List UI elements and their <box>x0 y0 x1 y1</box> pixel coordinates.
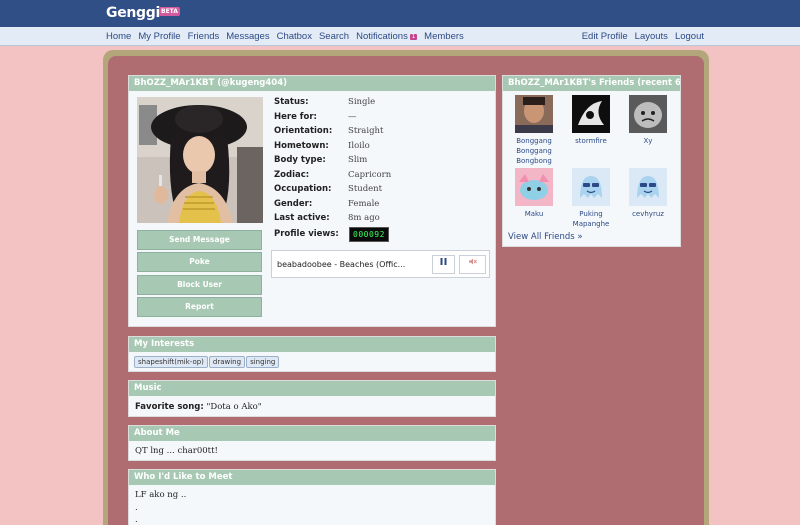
friend-name: stormfire <box>575 137 607 145</box>
nav-edit-profile[interactable]: Edit Profile <box>582 31 628 42</box>
info-label: Body type: <box>274 155 326 165</box>
info-value: Single <box>348 97 376 107</box>
music-header: Music <box>129 381 495 396</box>
info-label: Hometown: <box>274 141 329 151</box>
meet-line: . <box>135 515 138 525</box>
nav-friends[interactable]: Friends <box>188 31 220 42</box>
info-label: Occupation: <box>274 184 332 194</box>
profile-views-counter: 000092 <box>349 227 389 242</box>
friend-name: cevhyruz <box>632 210 664 218</box>
nav-home[interactable]: Home <box>106 31 131 42</box>
player-track-title: beabadoobee - Beaches (Offic... <box>277 260 406 269</box>
about-panel: About Me QT lng ... char00tt! <box>128 425 496 461</box>
friends-header: BhOZZ_MAr1KBT's Friends (recent 6) <box>503 76 680 91</box>
default-avatar-icon <box>572 168 610 206</box>
info-label: Orientation: <box>274 126 333 136</box>
nav-search[interactable]: Search <box>319 31 349 42</box>
mute-button[interactable] <box>459 255 486 274</box>
info-value: Slim <box>348 155 368 165</box>
info-label: Profile views: <box>274 229 339 239</box>
friend-avatar <box>629 95 667 133</box>
interest-tag[interactable]: singing <box>246 356 280 368</box>
interest-tag[interactable]: drawing <box>208 356 246 368</box>
top-bar: Genggi BETA <box>0 0 800 27</box>
nav-notifications-label: Notifications <box>356 31 408 42</box>
friend-avatar <box>572 95 610 133</box>
info-value: Capricorn <box>348 170 392 180</box>
pause-button[interactable] <box>432 255 455 274</box>
profile-photo-image <box>137 97 263 223</box>
friend-item[interactable]: Maku <box>508 168 560 219</box>
pause-icon <box>440 258 447 265</box>
view-all-friends-link[interactable]: View All Friends » <box>508 232 583 242</box>
poke-button[interactable]: Poke <box>137 252 262 272</box>
info-label: Zodiac: <box>274 170 310 180</box>
nav-logout[interactable]: Logout <box>675 31 704 42</box>
about-text: QT lng ... char00tt! <box>135 446 218 456</box>
info-value: 8m ago <box>348 213 380 223</box>
friend-item[interactable]: stormfire <box>565 95 617 146</box>
block-user-button[interactable]: Block User <box>137 275 262 295</box>
info-value: Female <box>348 199 380 209</box>
info-value: Straight <box>348 126 384 136</box>
site-logo[interactable]: Genggi <box>106 5 160 21</box>
favorite-song-label: Favorite song: <box>135 402 204 412</box>
meet-line: LF ako ng .. <box>135 490 187 500</box>
profile-header: BhOZZ_MAr1KBT (@kugeng404) <box>129 76 495 91</box>
nav-messages[interactable]: Messages <box>226 31 269 42</box>
favorite-song: Favorite song: "Dota o Ako" <box>135 402 262 412</box>
nav-my-profile[interactable]: My Profile <box>138 31 180 42</box>
meet-line: . <box>135 503 138 513</box>
default-avatar-icon <box>629 168 667 206</box>
music-panel: Music Favorite song: "Dota o Ako" <box>128 380 496 417</box>
favorite-song-value: "Dota o Ako" <box>203 402 262 412</box>
info-label: Gender: <box>274 199 313 209</box>
about-header: About Me <box>129 426 495 441</box>
friend-item[interactable]: cevhyruz <box>622 168 674 219</box>
friend-avatar <box>515 95 553 133</box>
friend-name: Xy <box>643 137 653 145</box>
interest-tag[interactable]: shapeshift(mik-op) <box>134 356 208 368</box>
beta-badge: BETA <box>159 7 180 16</box>
friend-name: Maku <box>524 210 544 218</box>
friend-avatar <box>515 168 553 206</box>
info-value: Iloilo <box>348 141 370 151</box>
meet-header: Who I'd Like to Meet <box>129 470 495 485</box>
info-label: Status: <box>274 97 309 107</box>
mute-icon <box>469 258 477 265</box>
friend-item[interactable]: Puking Mapanghe <box>565 168 617 229</box>
nav-left: Home My Profile Friends Messages Chatbox… <box>106 31 464 42</box>
nav-members[interactable]: Members <box>424 31 464 42</box>
nav-bar: Home My Profile Friends Messages Chatbox… <box>0 27 800 46</box>
interest-tags: shapeshift(mik-op) drawing singing <box>134 356 280 368</box>
nav-layouts[interactable]: Layouts <box>635 31 668 42</box>
send-message-button[interactable]: Send Message <box>137 230 262 250</box>
profile-photo[interactable] <box>137 97 263 223</box>
info-label: Last active: <box>274 213 330 223</box>
interests-header: My Interests <box>129 337 495 352</box>
friend-item[interactable]: Xy <box>622 95 674 146</box>
nav-notifications[interactable]: Notifications 1 <box>356 31 418 42</box>
music-player: beabadoobee - Beaches (Offic... <box>271 250 490 278</box>
friend-name: Puking Mapanghe <box>572 210 610 228</box>
info-value: Student <box>348 184 383 194</box>
report-button[interactable]: Report <box>137 297 262 317</box>
meet-panel: Who I'd Like to Meet LF ako ng .. . . <box>128 469 496 525</box>
nav-chatbox[interactable]: Chatbox <box>277 31 312 42</box>
friend-item[interactable]: Bonggang Bonggang Bongbong <box>508 95 560 166</box>
nav-right: Edit Profile Layouts Logout <box>582 31 704 42</box>
notification-count-badge: 1 <box>409 34 418 40</box>
info-value: — <box>348 112 357 122</box>
info-label: Here for: <box>274 112 317 122</box>
friend-name: Bonggang Bonggang Bongbong <box>516 137 552 165</box>
interests-panel: My Interests shapeshift(mik-op) drawing si… <box>128 336 496 372</box>
